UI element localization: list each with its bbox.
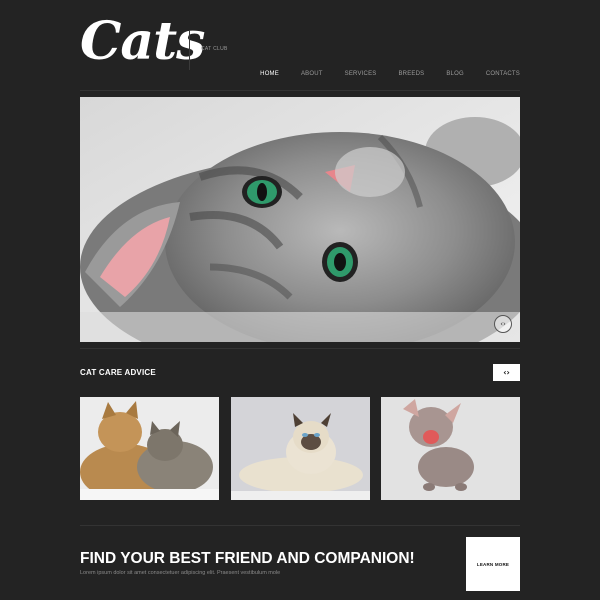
nav-contacts[interactable]: CONTACTS bbox=[486, 71, 520, 77]
nav-blog[interactable]: BLOG bbox=[446, 71, 463, 77]
nav-home[interactable]: HOME bbox=[260, 71, 279, 77]
siamese-cat-photo bbox=[231, 397, 370, 500]
advice-card-3[interactable] bbox=[381, 397, 520, 500]
hero-divider bbox=[80, 348, 520, 349]
content-divider bbox=[80, 525, 520, 526]
advice-card-1[interactable] bbox=[80, 397, 219, 500]
section-title: CAT CARE ADVICE bbox=[80, 368, 156, 377]
logo-divider bbox=[189, 30, 190, 70]
site-logo[interactable]: Cats bbox=[80, 12, 205, 72]
cta-subtitle: Lorem ipsum dolor sit amet consectetuer … bbox=[80, 570, 281, 576]
page: Cats CAT CLUB HOME ABOUT SERVICES BREEDS… bbox=[0, 0, 600, 600]
sphynx-kitten-photo bbox=[381, 397, 520, 500]
two-cats-photo bbox=[80, 397, 219, 500]
kitten-photo bbox=[80, 97, 520, 342]
main-nav: HOME ABOUT SERVICES BREEDS BLOG CONTACTS bbox=[238, 71, 520, 77]
nav-services[interactable]: SERVICES bbox=[345, 71, 377, 77]
header-divider bbox=[80, 90, 520, 91]
nav-breeds[interactable]: BREEDS bbox=[398, 71, 424, 77]
advice-card-2[interactable] bbox=[231, 397, 370, 500]
slider-arrows-button[interactable]: ‹› bbox=[494, 315, 512, 333]
carousel-arrows-button[interactable]: ‹› bbox=[493, 364, 520, 381]
nav-about[interactable]: ABOUT bbox=[301, 71, 323, 77]
learn-more-button[interactable]: LEARN MORE bbox=[466, 537, 520, 591]
hero-slider[interactable]: ‹› bbox=[80, 97, 520, 342]
site-tagline: CAT CLUB bbox=[201, 46, 228, 52]
cta-heading: FIND YOUR BEST FRIEND AND COMPANION! bbox=[80, 550, 415, 567]
